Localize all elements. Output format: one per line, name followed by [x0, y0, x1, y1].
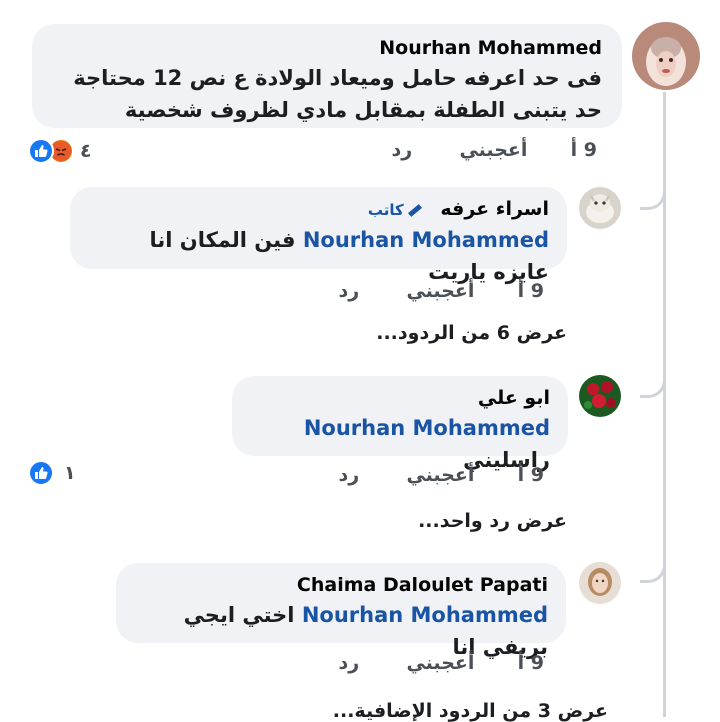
avatar-abu-ali[interactable] [579, 375, 621, 417]
view-more-replies[interactable]: عرض 6 من الردود... [376, 322, 567, 344]
reply-time[interactable]: 9 أ [518, 280, 544, 302]
author-badge: كاتب [368, 201, 426, 219]
like-button[interactable]: أعجبني [406, 464, 474, 486]
mention-link[interactable]: Nourhan Mohammed [303, 228, 549, 252]
view-more-replies[interactable]: عرض 3 من الردود الإضافية... [333, 700, 608, 722]
reaction-count: ٤ [80, 140, 92, 162]
avatar-esraa[interactable] [579, 187, 621, 229]
like-button[interactable]: أعجبني [406, 652, 474, 674]
comment-time[interactable]: 9 أ [571, 139, 597, 161]
comment-bubble[interactable]: Nourhan Mohammed فى حد اعرفه حامل وميعاد… [32, 24, 622, 128]
reply-author[interactable]: اسراء عرفه [440, 198, 549, 220]
comment-text: فى حد اعرفه حامل وميعاد الولادة ع نص 12 … [73, 66, 602, 122]
reply-button[interactable]: رد [392, 139, 413, 161]
reply-bubble[interactable]: Chaima Daloulet Papati Nourhan Mohammed … [116, 563, 566, 659]
comment-actions: 9 أ أعجبني رد [392, 139, 598, 161]
reply-button[interactable]: رد [339, 464, 360, 486]
pencil-icon [407, 204, 422, 217]
view-more-replies[interactable]: عرض رد واحد... [418, 510, 567, 532]
mention-link[interactable]: Nourhan Mohammed [304, 416, 550, 440]
like-button[interactable]: أعجبني [406, 280, 474, 302]
reply-actions: 9 أ أعجبني رد [339, 652, 545, 674]
reply-button[interactable]: رد [339, 652, 360, 674]
reply-time[interactable]: 9 أ [518, 464, 544, 486]
mention-link[interactable]: Nourhan Mohammed [302, 603, 548, 627]
comment-author[interactable]: Nourhan Mohammed [52, 36, 602, 60]
reply-text: Nourhan Mohammed فين المكان انا عايزه يا… [149, 228, 550, 284]
like-button[interactable]: أعجبني [459, 139, 527, 161]
reply-actions: 9 أ أعجبني رد [339, 280, 545, 302]
avatar-chaima[interactable] [579, 562, 621, 604]
like-reaction-icon [28, 460, 54, 486]
reaction-summary[interactable]: ١ [28, 460, 76, 486]
reply-author[interactable]: Chaima Daloulet Papati [134, 573, 548, 597]
reply-bubble[interactable]: اسراء عرفه كاتب Nourhan Mohammed فين الم… [70, 187, 567, 284]
reply-bubble[interactable]: ابو علي Nourhan Mohammed راسليني [232, 376, 568, 472]
reply-time[interactable]: 9 أ [518, 652, 544, 674]
reaction-summary[interactable]: ٤ [28, 138, 92, 164]
reply-actions: 9 أ أعجبني رد [339, 464, 545, 486]
reaction-count: ١ [64, 462, 76, 484]
reply-button[interactable]: رد [339, 280, 360, 302]
like-reaction-icon [28, 138, 54, 164]
reply-author[interactable]: ابو علي [250, 386, 550, 410]
avatar-nourhan[interactable] [632, 22, 700, 90]
